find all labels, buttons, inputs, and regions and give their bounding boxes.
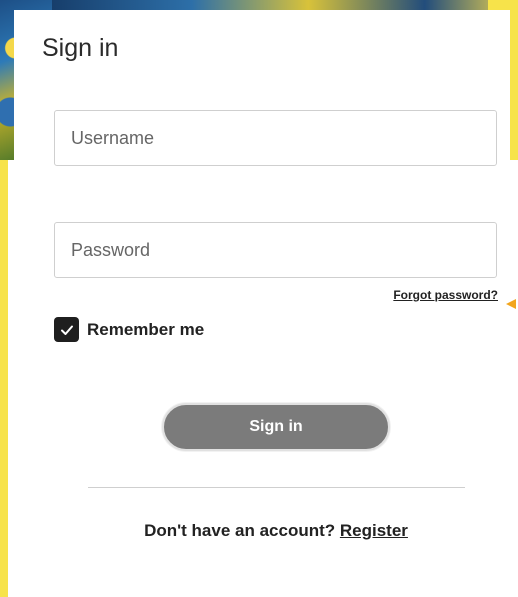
signin-panel (14, 10, 510, 597)
remember-me-checkbox[interactable]: Remember me (54, 317, 204, 342)
page-title: Sign in (42, 34, 119, 62)
sign-in-button[interactable]: Sign in (162, 403, 390, 451)
register-link[interactable]: Register (340, 521, 408, 540)
remember-me-label: Remember me (87, 319, 205, 339)
pointer-marker-icon (506, 299, 516, 309)
checkbox-checked-icon[interactable] (54, 317, 79, 342)
forgot-password-link[interactable]: Forgot password? (393, 288, 498, 302)
divider (88, 487, 465, 488)
password-input[interactable] (54, 222, 497, 278)
register-prompt: Don't have an account? Register (0, 521, 518, 541)
username-input[interactable] (54, 110, 497, 166)
background-artwork-top (52, 0, 518, 10)
no-account-text: Don't have an account? (144, 521, 336, 540)
